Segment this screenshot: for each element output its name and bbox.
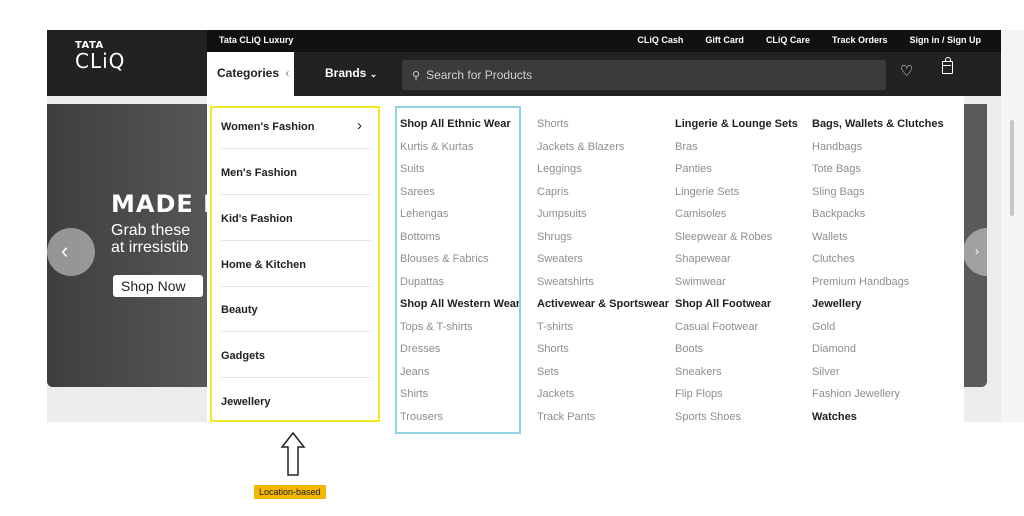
top-utility-bar: Tata CLiQ Luxury CLiQ Cash Gift Card CLi… (207, 30, 1001, 52)
subcategory-heading-link[interactable]: Shop All Footwear (675, 293, 798, 316)
banner-subline-2: at irresistib (111, 239, 189, 256)
subcategory-column-3: Lingerie & Lounge Sets Bras Panties Lingeri… (675, 113, 798, 422)
subcategory-link[interactable]: Jackets & Blazers (537, 136, 669, 159)
search-icon: ⚲ (412, 70, 421, 82)
subcategory-link[interactable]: Sleepwear & Robes (675, 226, 798, 249)
subcategory-link[interactable]: Shapewear (675, 248, 798, 271)
subcategory-link[interactable]: Track Pants (537, 406, 669, 423)
bag-icon[interactable] (942, 57, 953, 74)
chevron-left-icon: ‹ (61, 238, 69, 263)
subcategory-highlight-box (395, 106, 521, 434)
subcategory-column-4: Bags, Wallets & Clutches Handbags Tote Bag… (812, 113, 944, 422)
logo-bottom-text: CLiQ (75, 49, 126, 73)
tata-cliq-logo[interactable]: TATA CLiQ (75, 40, 125, 73)
subcategory-link[interactable]: Camisoles (675, 203, 798, 226)
up-arrow-icon (280, 431, 306, 476)
search-placeholder: Search for Products (426, 68, 533, 82)
main-nav: Categories ‹ Brands ⌄ ⚲ Search for Produc… (207, 52, 1001, 96)
subcategory-link[interactable]: Jumpsuits (537, 203, 669, 226)
utility-links: CLiQ Cash Gift Card CLiQ Care Track Orde… (637, 35, 981, 45)
subcategory-heading-link[interactable]: Activewear & Sportswear (537, 293, 669, 316)
subcategory-link[interactable]: Sports Shoes (675, 406, 798, 423)
subcategory-link[interactable]: Sneakers (675, 361, 798, 384)
subcategory-link[interactable]: T-shirts (537, 316, 669, 339)
subcategory-link[interactable]: Clutches (812, 248, 944, 271)
subcategory-link[interactable]: Shrugs (537, 226, 669, 249)
subcategory-link[interactable]: Bras (675, 136, 798, 159)
heart-icon[interactable]: ♡ (900, 62, 913, 80)
category-highlight-box (210, 106, 380, 422)
banner-headline: MADE F (111, 190, 221, 218)
search-input[interactable]: ⚲ Search for Products (402, 60, 886, 90)
track-orders-link[interactable]: Track Orders (832, 35, 888, 45)
categories-label: Categories (217, 66, 280, 80)
chevron-left-icon: ‹ (285, 66, 290, 80)
subcategory-link[interactable]: Casual Footwear (675, 316, 798, 339)
shop-now-button[interactable]: Shop Now (113, 275, 203, 297)
subcategory-link[interactable]: Jackets (537, 383, 669, 406)
categories-tab[interactable]: Categories ‹ (207, 52, 294, 96)
gift-card-link[interactable]: Gift Card (705, 35, 744, 45)
subcategory-link[interactable]: Sling Bags (812, 181, 944, 204)
carousel-prev-button[interactable]: ‹ (47, 228, 95, 276)
subcategory-heading-link[interactable]: Bags, Wallets & Clutches (812, 113, 944, 136)
subcategory-link[interactable]: Sweaters (537, 248, 669, 271)
subcategory-link[interactable]: Sets (537, 361, 669, 384)
subcategory-link[interactable]: Lingerie Sets (675, 181, 798, 204)
subcategory-link[interactable]: Tote Bags (812, 158, 944, 181)
luxury-link[interactable]: Tata CLiQ Luxury (219, 35, 293, 45)
subcategory-link[interactable]: Leggings (537, 158, 669, 181)
site-header: TATA CLiQ Tata CLiQ Luxury CLiQ Cash Gif… (47, 30, 1001, 96)
sign-in-link[interactable]: Sign in / Sign Up (910, 35, 982, 45)
subcategory-heading-link[interactable]: Jewellery (812, 293, 944, 316)
banner-subline: Grab these at irresistib (111, 222, 211, 256)
brands-label: Brands (325, 66, 367, 80)
subcategory-heading-link[interactable]: Watches (812, 406, 944, 423)
subcategory-link[interactable]: Fashion Jewellery (812, 383, 944, 406)
location-based-tag: Location-based (254, 485, 326, 499)
subcategory-link[interactable]: Shorts (537, 113, 669, 136)
chevron-right-icon: › (975, 244, 979, 258)
cliq-cash-link[interactable]: CLiQ Cash (637, 35, 683, 45)
subcategory-link[interactable]: Panties (675, 158, 798, 181)
subcategory-link[interactable]: Flip Flops (675, 383, 798, 406)
subcategory-link[interactable]: Handbags (812, 136, 944, 159)
subcategory-link[interactable]: Shorts (537, 338, 669, 361)
subcategory-link[interactable]: Wallets (812, 226, 944, 249)
subcategory-link[interactable]: Diamond (812, 338, 944, 361)
subcategory-link[interactable]: Silver (812, 361, 944, 384)
subcategory-link[interactable]: Gold (812, 316, 944, 339)
cliq-care-link[interactable]: CLiQ Care (766, 35, 810, 45)
subcategory-link[interactable]: Sweatshirts (537, 271, 669, 294)
banner-subline-1: Grab these (111, 222, 191, 239)
subcategory-link[interactable]: Backpacks (812, 203, 944, 226)
subcategory-link[interactable]: Swimwear (675, 271, 798, 294)
page-frame: MADE F Grab these at irresistib Shop Now… (47, 30, 1001, 422)
subcategory-link[interactable]: Capris (537, 181, 669, 204)
scrollbar-thumb[interactable] (1010, 120, 1014, 216)
subcategory-link[interactable]: Premium Handbags (812, 271, 944, 294)
subcategory-heading-link[interactable]: Lingerie & Lounge Sets (675, 113, 798, 136)
page-scrollbar[interactable] (1001, 30, 1024, 422)
subcategory-link[interactable]: Boots (675, 338, 798, 361)
chevron-down-icon: ⌄ (369, 69, 378, 79)
subcategory-column-2: Shorts Jackets & Blazers Leggings Capris Jum… (537, 113, 669, 422)
brands-tab[interactable]: Brands ⌄ (325, 66, 377, 80)
